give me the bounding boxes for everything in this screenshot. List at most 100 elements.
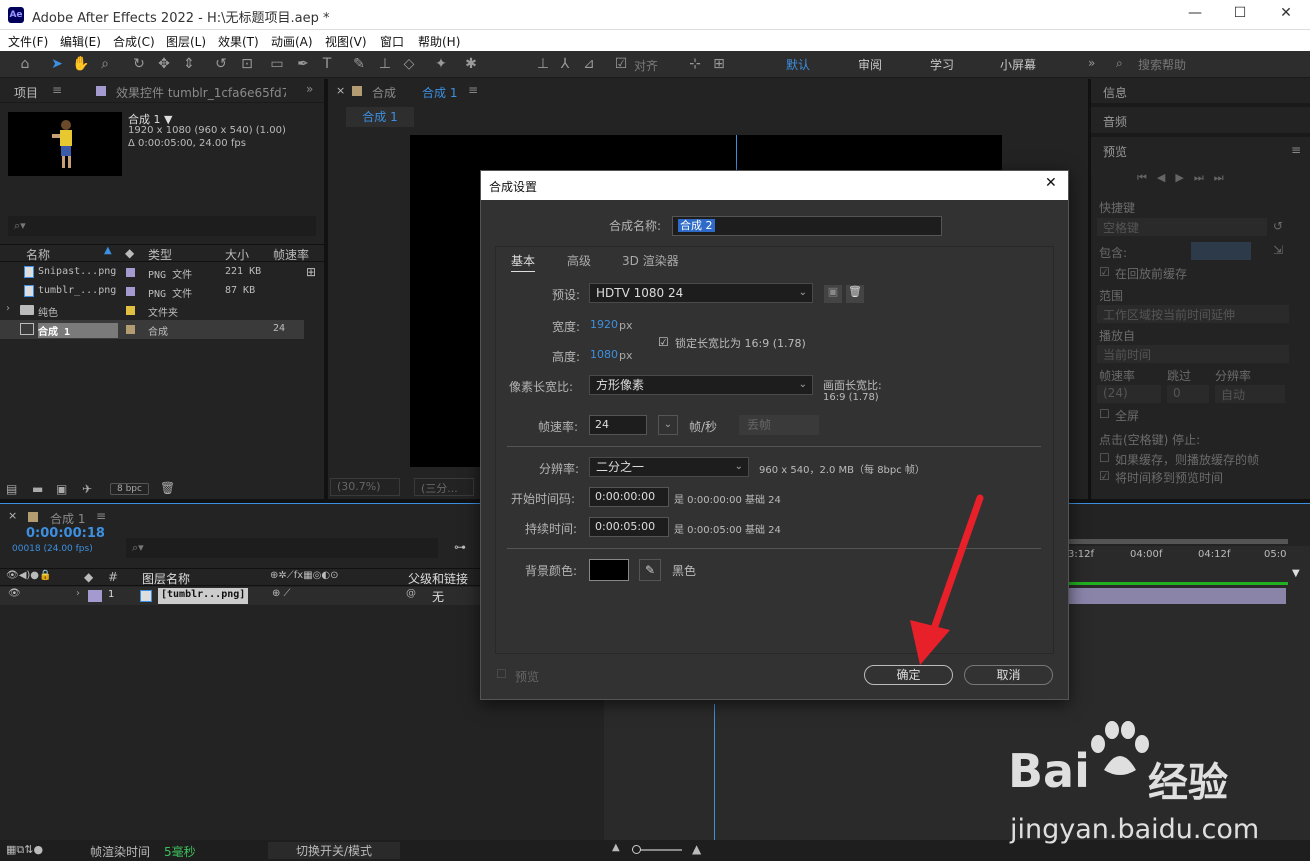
stop-opt1-checkbox-icon[interactable]: ☐ [1099, 451, 1110, 465]
workspace-more-icon[interactable]: » [1088, 56, 1095, 70]
menu-edit[interactable]: 编辑(E) [60, 33, 101, 50]
close-tab-icon[interactable]: × [336, 84, 345, 97]
workspace-default[interactable]: 默认 [786, 56, 810, 73]
pickwhip-icon[interactable]: @ [406, 588, 416, 599]
switches-header-icon[interactable]: ⊕✲⟋fx▦◎◐⊙ [270, 570, 338, 581]
fps-input[interactable]: 24 [589, 415, 647, 435]
comp-tab-name[interactable]: 合成 1 [422, 84, 457, 101]
label-swatch[interactable] [126, 268, 135, 277]
rotate-tool-icon[interactable]: ↺ [212, 55, 230, 73]
info-panel-header[interactable]: 信息 [1103, 84, 1127, 101]
interpret-footage-icon[interactable]: ▤ [6, 482, 17, 496]
end-marker-icon[interactable]: ▼ [1292, 568, 1300, 579]
export-icon[interactable]: ⇲ [1273, 243, 1283, 257]
project-search-input[interactable]: ⌕▾ [8, 216, 316, 236]
label-swatch[interactable] [126, 325, 135, 334]
snap-option-icon[interactable]: ⊹ [686, 55, 704, 73]
preview-panel-header[interactable]: 预览 [1103, 143, 1127, 160]
parent-select[interactable]: 无 [432, 588, 444, 605]
stop-opt2-checkbox-icon[interactable]: ☑ [1099, 469, 1110, 483]
column-size[interactable]: 大小 [225, 246, 249, 263]
roto-tool-icon[interactable]: ✦ [432, 55, 450, 73]
comp-flowchart-icon[interactable]: ⊶ [454, 540, 466, 554]
duration-input[interactable]: 0:00:05:00 [589, 517, 669, 537]
zoom-slider-thumb[interactable] [632, 845, 641, 854]
layer-name[interactable]: [tumblr...png] [158, 588, 249, 604]
new-folder-icon[interactable]: ▬ [32, 482, 43, 496]
tab-menu-icon[interactable]: ≡ [96, 509, 106, 523]
pen-tool-icon[interactable]: ✒ [294, 55, 312, 73]
tab-basic[interactable]: 基本 [511, 252, 536, 272]
drop-frame-select[interactable]: 丢帧 [739, 415, 819, 435]
menu-animation[interactable]: 动画(A) [271, 33, 313, 50]
column-type[interactable]: 类型 [148, 246, 172, 263]
cache-checkbox-icon[interactable]: ☑ [1099, 265, 1110, 279]
preset-select[interactable]: HDTV 1080 24 ⌄ [589, 283, 813, 303]
audio-panel-header[interactable]: 音频 [1103, 113, 1127, 130]
local-axis-icon[interactable]: ⊥ [534, 55, 552, 73]
workspace-review[interactable]: 审阅 [858, 56, 882, 73]
snap-grid-icon[interactable]: ⊞ [710, 55, 728, 73]
tab-menu-icon[interactable]: ≡ [468, 83, 478, 97]
tab-project[interactable]: 项目 [14, 84, 38, 101]
layer-duration-bar[interactable] [1068, 588, 1286, 604]
playback-controls-icon[interactable]: ⏮◀▶⏭⏭ [1137, 171, 1234, 185]
flowchart-icon[interactable]: ⊞ [306, 265, 316, 279]
expand-arrow-icon[interactable]: › [76, 588, 80, 599]
timecode-display[interactable]: 0:00:00:18 [26, 526, 105, 541]
fullscreen-checkbox-icon[interactable]: ☐ [1099, 407, 1110, 421]
menu-help[interactable]: 帮助(H) [418, 33, 460, 50]
selection-tool-icon[interactable]: ➤ [48, 55, 66, 73]
eyedropper-icon[interactable]: ✎ [639, 559, 661, 581]
zoom-in-icon[interactable]: ▲ [692, 842, 701, 856]
zoom-out-icon[interactable]: ▲ [612, 842, 620, 853]
minimize-button[interactable]: — [1185, 5, 1205, 21]
expand-arrow-icon[interactable]: › [6, 303, 10, 314]
play-from-select[interactable]: 当前时间 [1097, 345, 1289, 363]
close-tab-icon[interactable]: × [8, 509, 17, 522]
pixel-aspect-select[interactable]: 方形像素 ⌄ [589, 375, 813, 395]
shortcut-select[interactable]: 空格键 [1097, 218, 1267, 236]
column-fps[interactable]: 帧速率 [273, 246, 309, 263]
dialog-close-icon[interactable]: ✕ [1045, 175, 1057, 191]
menu-view[interactable]: 视图(V) [325, 33, 367, 50]
layer-row[interactable]: 👁 › 1 [tumblr...png] ⊕ ⟋ @ 无 [0, 587, 480, 605]
panel-more-icon[interactable]: » [306, 82, 313, 96]
layer-name-header[interactable]: 图层名称 [142, 570, 190, 587]
clone-tool-icon[interactable]: ⊥ [376, 55, 394, 73]
timeline-tab-name[interactable]: 合成 1 [50, 510, 85, 527]
fps-dropdown-icon[interactable]: ⌄ [658, 415, 678, 435]
world-axis-icon[interactable]: ⅄ [556, 55, 574, 73]
text-tool-icon[interactable]: T [318, 55, 336, 73]
frame-rate-select[interactable]: (24) [1097, 385, 1161, 403]
pan-tool-icon[interactable]: ✥ [155, 55, 173, 73]
label-tag-icon[interactable]: ◆ [84, 570, 93, 584]
toggle-switches-modes-button[interactable]: 切换开关/模式 [268, 842, 400, 859]
menu-composition[interactable]: 合成(C) [113, 33, 155, 50]
comp-sub-tab[interactable]: 合成 1 [346, 107, 414, 127]
workspace-learn[interactable]: 学习 [930, 56, 954, 73]
zoom-tool-icon[interactable]: ⌕ [96, 55, 114, 73]
tab-menu-icon[interactable]: ≡ [52, 83, 62, 97]
start-timecode-input[interactable]: 0:00:00:00 [589, 487, 669, 507]
label-swatch[interactable] [126, 287, 135, 296]
bg-color-swatch[interactable] [589, 559, 629, 581]
resolution-select[interactable]: 自动 [1215, 385, 1285, 403]
table-row[interactable]: › 纯色 文件夹 [0, 301, 304, 320]
hand-tool-icon[interactable]: ✋ [72, 55, 90, 73]
column-name[interactable]: 名称 [26, 246, 50, 263]
height-value[interactable]: 1080 [590, 348, 618, 361]
view-axis-icon[interactable]: ⊿ [580, 55, 598, 73]
sort-ascending-icon[interactable]: ▲ [104, 245, 112, 256]
menu-window[interactable]: 窗口 [380, 33, 404, 50]
layer-search-input[interactable]: ⌕▾ [126, 538, 438, 558]
close-button[interactable]: ✕ [1276, 5, 1296, 21]
menu-layer[interactable]: 图层(L) [166, 33, 206, 50]
table-row[interactable]: tumblr_...png PNG 文件 87 KB [0, 282, 304, 301]
eraser-tool-icon[interactable]: ◇ [400, 55, 418, 73]
av-switches-icon[interactable]: 👁◀)●🔒 [6, 570, 51, 581]
tab-3d-renderer[interactable]: 3D 渲染器 [622, 252, 679, 269]
tab-advanced[interactable]: 高级 [567, 252, 591, 269]
rectangle-tool-icon[interactable]: ▭ [268, 55, 286, 73]
snap-checkbox-icon[interactable]: ☑ [612, 55, 630, 73]
